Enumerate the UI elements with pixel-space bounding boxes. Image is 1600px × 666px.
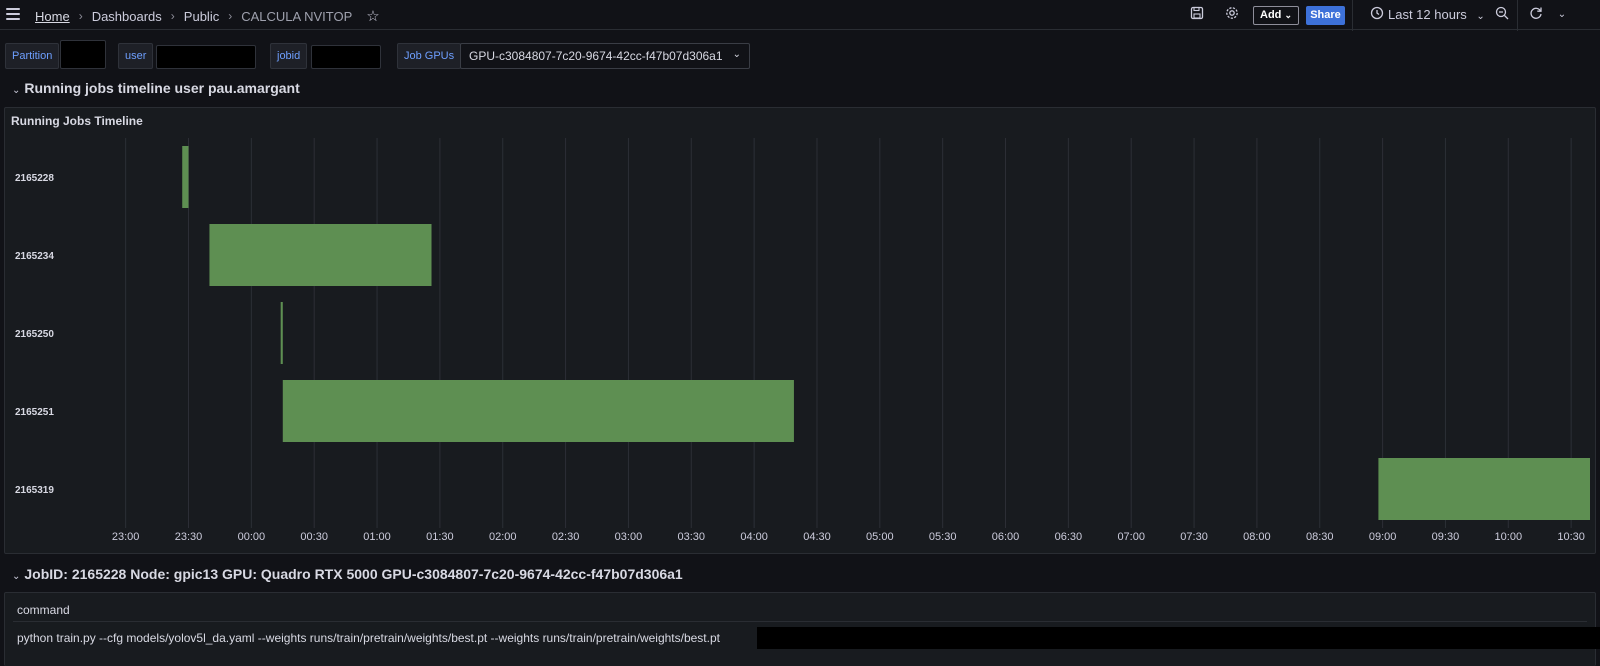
job-row-label: 2165251 <box>15 407 54 418</box>
x-tick-label: 02:00 <box>489 531 517 543</box>
x-tick-label: 01:00 <box>363 531 391 543</box>
command-table-panel: command python train.py --cfg models/yol… <box>4 592 1600 666</box>
job-bar-2165228[interactable] <box>182 146 189 208</box>
chevron-down-icon: ⌄ <box>12 571 21 582</box>
zoom-out-icon[interactable] <box>1493 6 1511 24</box>
table-cell-command: python train.py --cfg models/yolov5l_da.… <box>17 631 720 645</box>
running-jobs-timeline-panel: Running Jobs Timeline 23:00 23:30 00:00 00:… <box>4 107 1596 554</box>
row-header-job-details[interactable]: ⌄ JobID: 2165228 Node: gpic13 GPU: Quadro… <box>12 566 683 582</box>
timeline-chart: 23:00 23:30 00:00 00:30 01:00 01:30 02:00 02:30… <box>15 138 1590 543</box>
chevron-right-icon: › <box>228 9 233 23</box>
page-title: CALCULA NVITOP <box>241 8 353 24</box>
job-row-label: 2165319 <box>15 485 54 496</box>
x-tick-label: 06:30 <box>1055 531 1083 543</box>
x-tick-label: 09:30 <box>1432 531 1460 543</box>
x-tick-label: 03:00 <box>615 531 643 543</box>
user-input[interactable] <box>156 45 256 69</box>
x-tick-label: 05:00 <box>866 531 894 543</box>
x-tick-label: 10:00 <box>1495 531 1523 543</box>
partition-label: Partition <box>5 43 60 69</box>
menu-icon[interactable] <box>6 8 20 20</box>
job-bar-2165251[interactable] <box>282 380 794 442</box>
x-tick-label: 07:00 <box>1117 531 1145 543</box>
row-header-timeline[interactable]: ⌄ Running jobs timeline user pau.amargant <box>12 80 300 96</box>
add-button[interactable]: Add ⌄ <box>1253 6 1299 25</box>
x-tick-label: 00:30 <box>300 531 328 543</box>
chevron-down-icon: ⌄ <box>1476 11 1485 22</box>
breadcrumb-public[interactable]: Public <box>184 9 219 24</box>
partition-input[interactable] <box>60 40 106 69</box>
x-tick-label: 05:30 <box>929 531 957 543</box>
chevron-down-icon: ⌄ <box>1284 10 1292 20</box>
x-tick-label: 02:30 <box>552 531 580 543</box>
jobid-input[interactable] <box>311 45 381 69</box>
share-button[interactable]: Share <box>1306 6 1345 25</box>
clock-icon <box>1368 6 1386 24</box>
x-tick-label: 23:30 <box>175 531 203 543</box>
x-tick-label: 03:30 <box>678 531 706 543</box>
chevron-down-icon: ⌄ <box>12 85 21 96</box>
table-header-divider <box>13 621 1587 622</box>
job-gpus-select[interactable]: GPU-c3084807-7c20-9674-42cc-f47b07d306a1… <box>460 43 750 69</box>
x-tick-label: 00:00 <box>238 531 266 543</box>
job-bar-2165319[interactable] <box>1378 458 1590 520</box>
job-gpus-label: Job GPUs <box>397 43 462 69</box>
x-tick-label: 09:00 <box>1369 531 1397 543</box>
chevron-right-icon: › <box>78 9 83 23</box>
redacted-region <box>757 627 1600 649</box>
breadcrumb-home[interactable]: Home <box>35 9 70 24</box>
toolbar-divider <box>1352 0 1353 31</box>
x-tick-label: 01:30 <box>426 531 454 543</box>
user-label: user <box>118 43 154 69</box>
job-row-label: 2165234 <box>15 251 54 262</box>
x-tick-label: 23:00 <box>112 531 140 543</box>
refresh-icon[interactable] <box>1527 6 1545 24</box>
job-bar-2165234[interactable] <box>209 224 432 286</box>
x-tick-label: 07:30 <box>1180 531 1208 543</box>
job-row-label: 2165228 <box>15 173 54 184</box>
jobid-label: jobid <box>270 43 308 69</box>
x-tick-label: 04:30 <box>803 531 831 543</box>
gear-icon[interactable] <box>1223 6 1241 24</box>
breadcrumb-dashboards[interactable]: Dashboards <box>92 9 162 24</box>
job-row-label: 2165250 <box>15 329 54 340</box>
breadcrumb: Home › Dashboards › Public › CALCULA NVI… <box>35 7 380 25</box>
time-range-picker[interactable]: Last 12 hours ⌄ <box>1388 7 1485 22</box>
x-tick-label: 08:00 <box>1243 531 1271 543</box>
x-tick-label: 08:30 <box>1306 531 1334 543</box>
job-bar-2165250[interactable] <box>280 302 283 364</box>
chevron-down-icon[interactable]: ⌄ <box>1553 6 1571 24</box>
x-tick-label: 06:00 <box>992 531 1020 543</box>
column-header-command[interactable]: command <box>17 603 70 617</box>
x-tick-label: 10:30 <box>1557 531 1585 543</box>
chevron-down-icon: ⌄ <box>732 49 741 60</box>
toolbar-divider <box>1517 0 1518 31</box>
star-icon[interactable]: ☆ <box>366 7 379 25</box>
chevron-right-icon: › <box>170 9 175 23</box>
top-bar: Home › Dashboards › Public › CALCULA NVI… <box>0 0 1600 31</box>
save-icon[interactable] <box>1188 6 1206 24</box>
x-tick-label: 04:00 <box>740 531 768 543</box>
